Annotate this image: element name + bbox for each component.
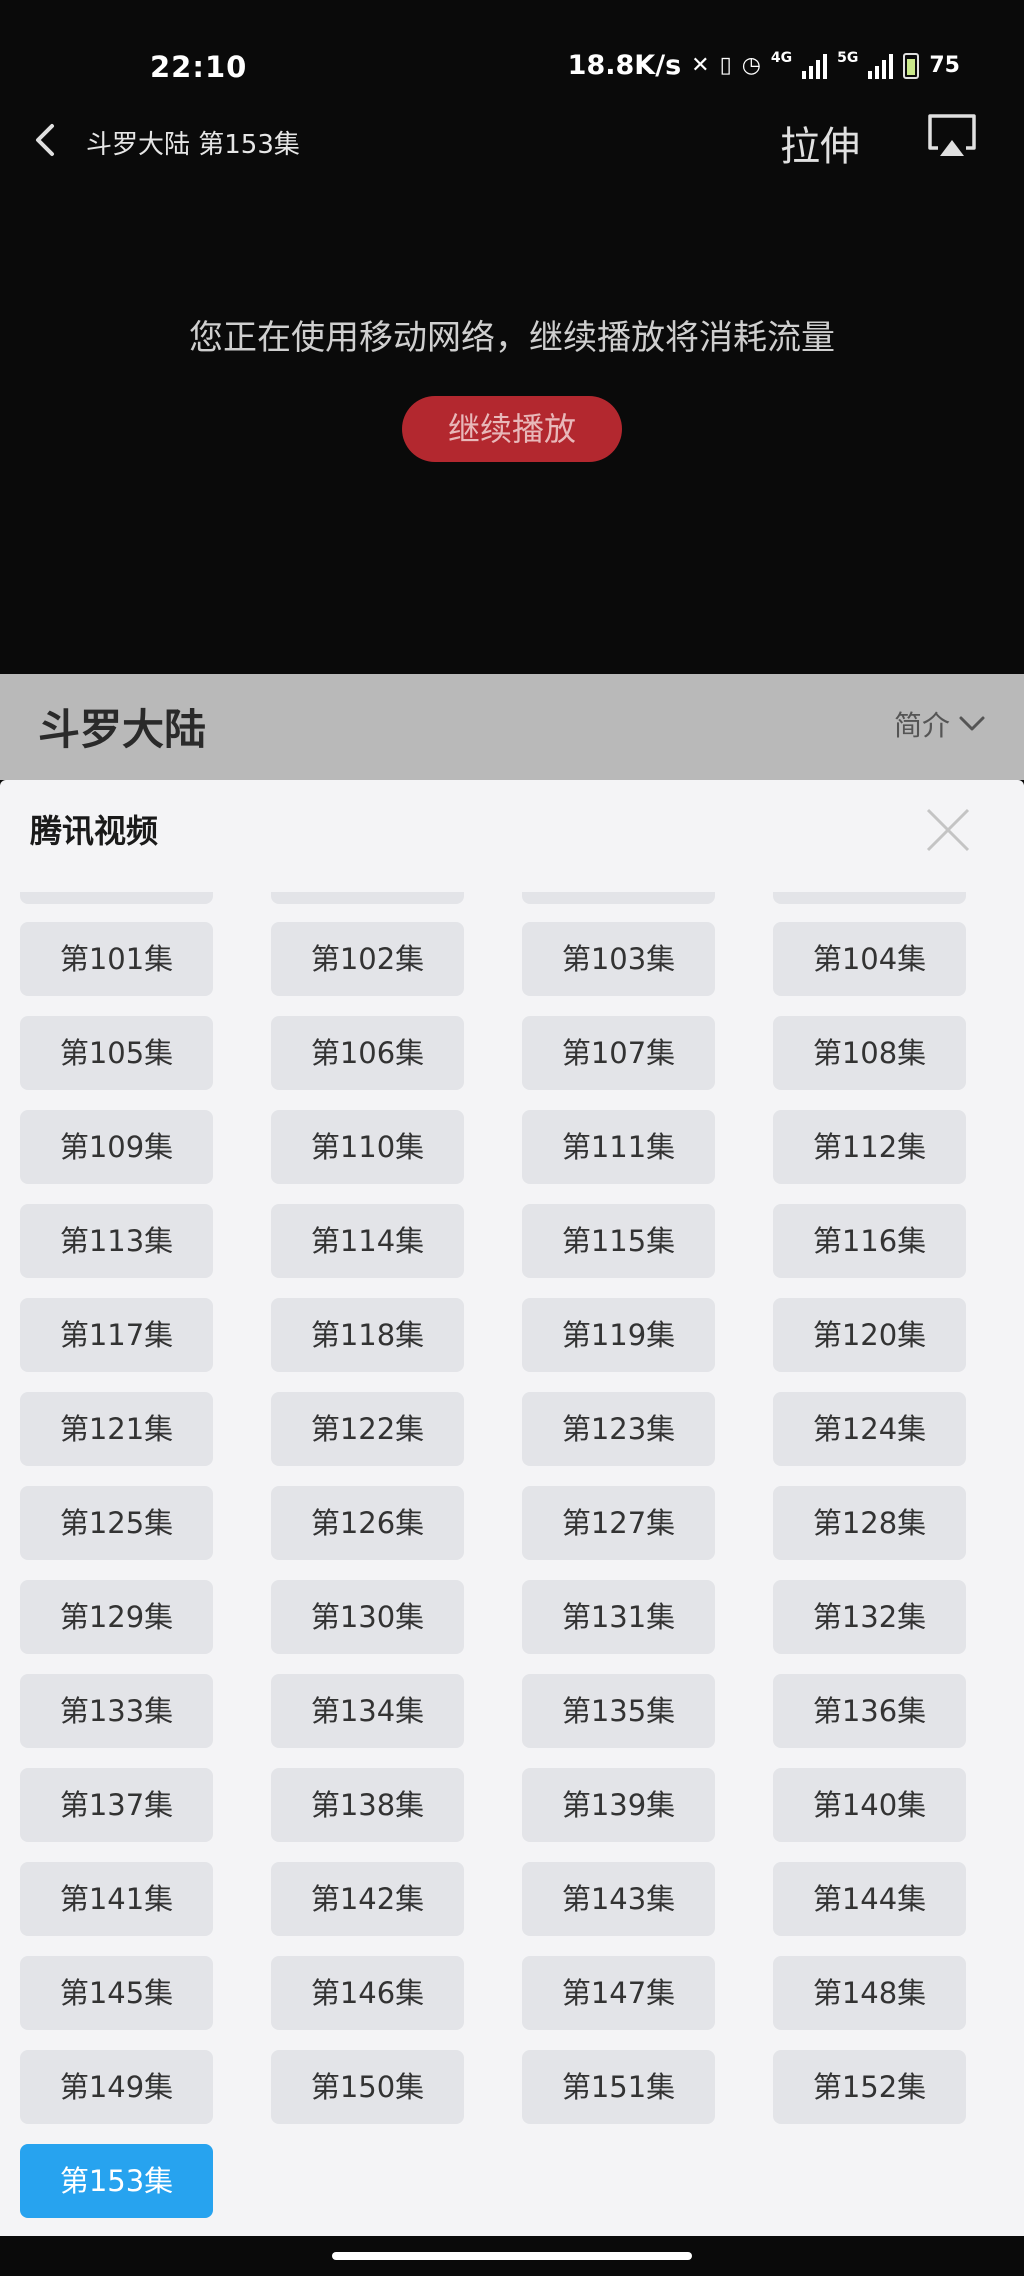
episode-button[interactable]: 第107集 (522, 1016, 715, 1090)
episode-button[interactable]: 第118集 (271, 1298, 464, 1372)
vibrate-icon: ▯ (719, 53, 732, 78)
episode-button[interactable]: 第150集 (271, 2050, 464, 2124)
episode-button[interactable]: 第128集 (773, 1486, 966, 1560)
alarm-icon: ◷ (741, 53, 761, 78)
mobile-network-warning: 您正在使用移动网络，继续播放将消耗流量 (189, 318, 835, 358)
episode-button[interactable]: 第131集 (522, 1580, 715, 1654)
episode-button[interactable]: 第133集 (20, 1674, 213, 1748)
episode-button[interactable]: 第108集 (773, 1016, 966, 1090)
bluetooth-icon: ✕ (691, 53, 710, 78)
episode-button[interactable]: 第137集 (20, 1768, 213, 1842)
status-bar: 22:10 18.8K/s ✕ ▯ ◷ 4G 5G 75 (0, 0, 1024, 110)
episode-button[interactable]: 第109集 (20, 1110, 213, 1184)
episode-button-partial[interactable] (522, 892, 715, 904)
episode-button[interactable]: 第139集 (522, 1768, 715, 1842)
episode-button[interactable]: 第148集 (773, 1956, 966, 2030)
net-5g-label: 5G (837, 50, 859, 66)
episode-button[interactable]: 第127集 (522, 1486, 715, 1560)
episode-button-selected[interactable]: 第153集 (20, 2144, 213, 2218)
episode-button[interactable]: 第145集 (20, 1956, 213, 2030)
chevron-down-icon (959, 716, 985, 731)
episode-button[interactable]: 第105集 (20, 1016, 213, 1090)
episode-button[interactable]: 第144集 (773, 1862, 966, 1936)
cast-icon[interactable] (924, 110, 980, 162)
episode-button[interactable]: 第113集 (20, 1204, 213, 1278)
episode-button[interactable]: 第112集 (773, 1110, 966, 1184)
episode-button[interactable]: 第110集 (271, 1110, 464, 1184)
episode-button[interactable]: 第101集 (20, 922, 213, 996)
signal-icon (802, 53, 828, 79)
episode-button[interactable]: 第114集 (271, 1204, 464, 1278)
episode-button[interactable]: 第140集 (773, 1768, 966, 1842)
episode-button[interactable]: 第141集 (20, 1862, 213, 1936)
intro-label: 简介 (893, 709, 950, 742)
battery-level: 75 (929, 53, 960, 78)
episode-button[interactable]: 第116集 (773, 1204, 966, 1278)
episode-button[interactable]: 第122集 (271, 1392, 464, 1466)
episode-button[interactable]: 第134集 (271, 1674, 464, 1748)
episode-button[interactable]: 第138集 (271, 1768, 464, 1842)
status-time: 22:10 (150, 50, 248, 84)
show-title-bar: 斗罗大陆 简介 (0, 674, 1024, 780)
episode-button[interactable]: 第152集 (773, 2050, 966, 2124)
episode-button[interactable]: 第102集 (271, 922, 464, 996)
episode-button[interactable]: 第129集 (20, 1580, 213, 1654)
episode-button[interactable]: 第119集 (522, 1298, 715, 1372)
episode-button[interactable]: 第117集 (20, 1298, 213, 1372)
episode-button[interactable]: 第106集 (271, 1016, 464, 1090)
show-title: 斗罗大陆 (38, 705, 207, 754)
episode-button-partial[interactable] (773, 892, 966, 904)
back-arrow-icon[interactable] (28, 120, 68, 160)
episode-button[interactable]: 第126集 (271, 1486, 464, 1560)
net-speed: 18.8K/s (567, 50, 682, 81)
episode-button[interactable]: 第146集 (271, 1956, 464, 2030)
episode-button[interactable]: 第124集 (773, 1392, 966, 1466)
status-icons: 18.8K/s ✕ ▯ ◷ 4G 5G 75 (568, 50, 960, 81)
net-4g-label: 4G (770, 50, 793, 66)
episode-button[interactable]: 第104集 (773, 922, 966, 996)
episode-button[interactable]: 第123集 (522, 1392, 715, 1466)
episode-button-partial[interactable] (271, 892, 464, 904)
episode-button[interactable]: 第136集 (773, 1674, 966, 1748)
episode-button[interactable]: 第151集 (522, 2050, 715, 2124)
player-header: 斗罗大陆 第153集 拉伸 (0, 110, 1024, 170)
episode-button[interactable]: 第149集 (20, 2050, 213, 2124)
episode-button[interactable]: 第125集 (20, 1486, 213, 1560)
episode-button[interactable]: 第120集 (773, 1298, 966, 1372)
intro-button[interactable]: 简介 (894, 704, 986, 744)
stretch-button[interactable]: 拉伸 (780, 114, 860, 172)
episode-grid: 第101集 第102集 第103集 第104集第105集 第106集 第107集 第108集… (0, 780, 1024, 2236)
episode-button[interactable]: 第111集 (522, 1110, 715, 1184)
video-title: 斗罗大陆 第153集 (86, 130, 300, 160)
episode-button[interactable]: 第143集 (522, 1862, 715, 1936)
episode-button[interactable]: 第132集 (773, 1580, 966, 1654)
home-indicator[interactable] (332, 2252, 692, 2260)
episode-button[interactable]: 第147集 (522, 1956, 715, 2030)
episode-button[interactable]: 第135集 (522, 1674, 715, 1748)
episode-button[interactable]: 第142集 (271, 1862, 464, 1936)
episode-panel: 腾讯视频 第101集 第102集 第103集 第104集 第105集 第106集 第107集… (0, 780, 1024, 2236)
episode-button-partial[interactable] (20, 892, 213, 904)
episode-button[interactable]: 第121集 (20, 1392, 213, 1466)
signal-icon (868, 53, 894, 79)
episode-button[interactable]: 第115集 (522, 1204, 715, 1278)
episode-button[interactable]: 第103集 (522, 922, 715, 996)
battery-icon (903, 52, 920, 79)
continue-play-button[interactable]: 继续播放 (402, 396, 622, 462)
episode-button[interactable]: 第130集 (271, 1580, 464, 1654)
